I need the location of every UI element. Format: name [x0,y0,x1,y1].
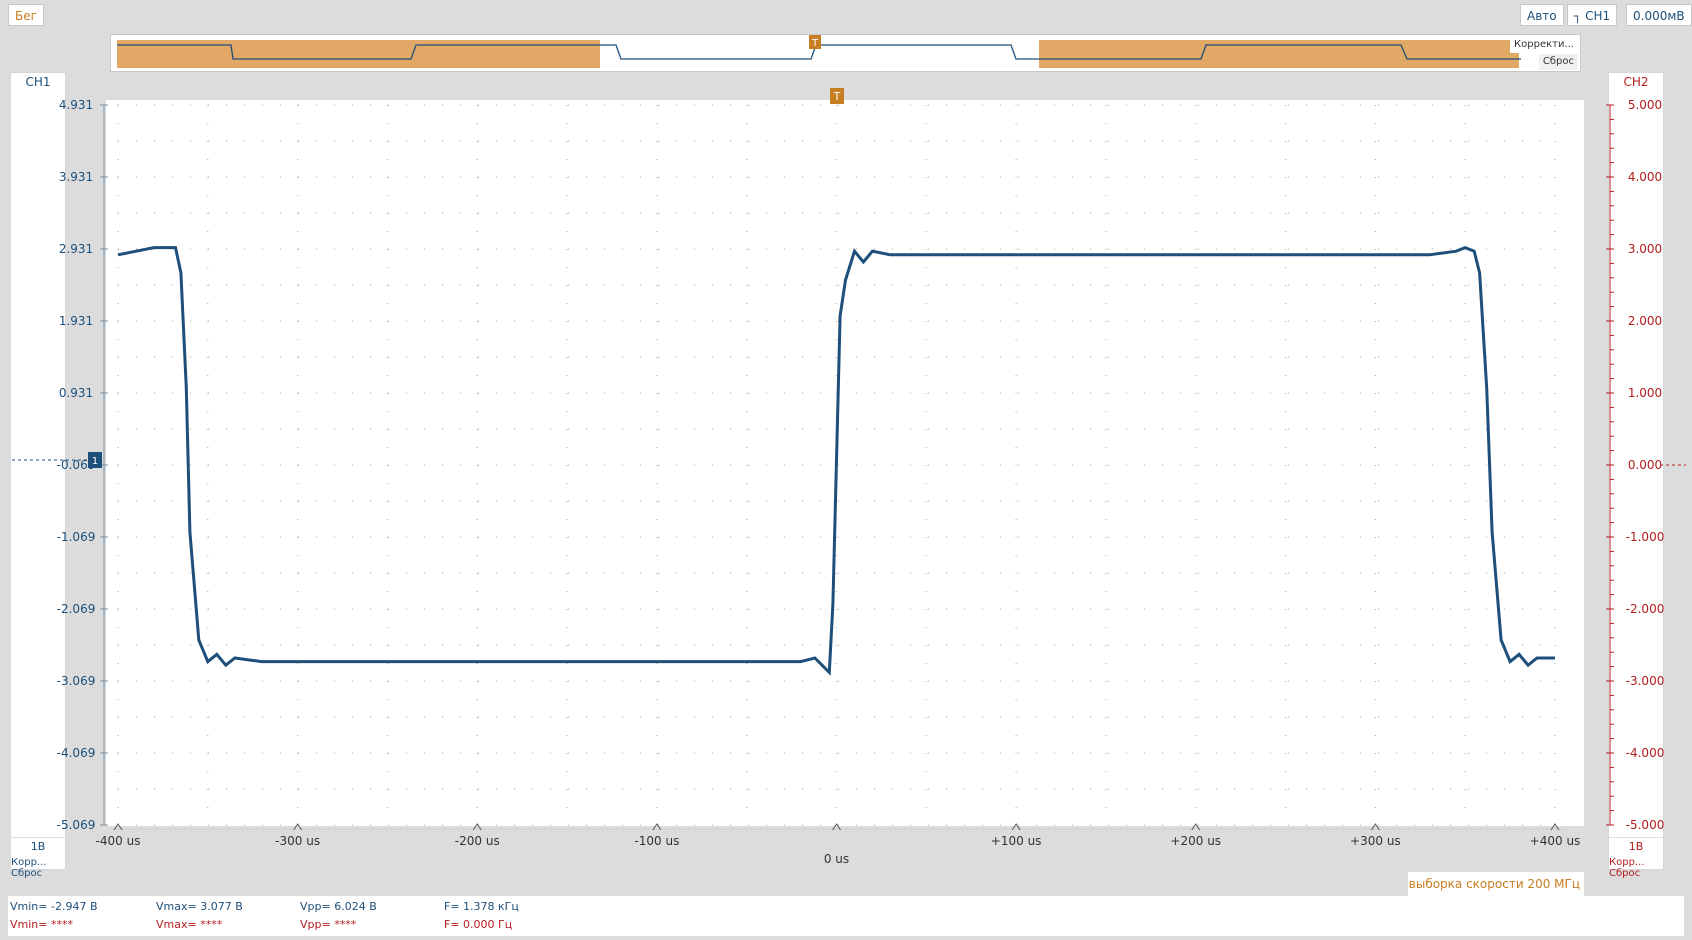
ch2-vpp: Vpp= **** [300,918,357,931]
ch1-tick-label: 4.931 [59,98,93,112]
ch1-vmin: Vmin= -2.947 В [10,900,98,913]
time-tick-label: +300 us [1350,834,1401,848]
trigger-marker-label: T [833,90,841,103]
time-axis: -400 us -300 us -200 us -100 us 0 us +100 us +… [96,823,1581,866]
ch2-freq: F= 0.000 Гц [444,918,513,931]
ch2-tick-label: 1.000 [1628,386,1662,400]
ch2-tick-label: -1.000 [1626,530,1665,544]
time-tick-label: -400 us [96,834,141,848]
ch1-tick-label: -3.069 [57,674,96,688]
ch2-tick-label: 4.000 [1628,170,1662,184]
time-tick-label: +200 us [1170,834,1221,848]
ch1-tick-label: 3.931 [59,170,93,184]
time-tick-label: -300 us [275,834,320,848]
ch2-tick-label: 0.000 [1628,458,1662,472]
ch1-freq: F= 1.378 кГц [444,900,519,913]
ch1-tick-label: 2.931 [59,242,93,256]
ch2-vmax: Vmax= **** [156,918,223,931]
time-tick-label: +400 us [1530,834,1581,848]
trigger-marker[interactable]: T [830,88,844,104]
ch1-ground-icon: 1 [92,456,98,467]
ch2-tick-label: 3.000 [1628,242,1662,256]
oscilloscope-plot[interactable]: 4.9313.9312.9311.9310.931-0.069-1.069-2.… [0,0,1692,870]
ch1-vpp: Vpp= 6.024 В [300,900,377,913]
ch1-vmax: Vmax= 3.077 В [156,900,243,913]
ch2-tick-label: -4.000 [1626,746,1665,760]
ch2-tick-label: -3.000 [1626,674,1665,688]
measurements-panel: Vmin= -2.947 В Vmax= 3.077 В Vpp= 6.024 … [8,896,1684,936]
time-tick-label: 0 us [824,852,849,866]
ch1-tick-label: -1.069 [57,530,96,544]
ch2-axis: 5.000 4.000 3.000 2.000 1.000 0.000 -1.000 -2.0… [1606,98,1664,832]
ch2-vmin: Vmin= **** [10,918,73,931]
ch1-tick-label: -5.069 [57,818,96,832]
ch2-tick-label: 2.000 [1628,314,1662,328]
ch1-tick-label: -4.069 [57,746,96,760]
ch1-tick-label: -2.069 [57,602,96,616]
time-tick-label: +100 us [991,834,1042,848]
ch2-tick-label: -5.000 [1626,818,1665,832]
ch2-tick-label: -2.000 [1626,602,1665,616]
time-tick-label: -200 us [455,834,500,848]
ch1-tick-label: 1.931 [59,314,93,328]
ch2-tick-label: 5.000 [1628,98,1662,112]
plot-background [106,100,1584,826]
sample-rate-label: выборка скорости 200 МГц [1408,872,1584,896]
time-tick-label: -100 us [634,834,679,848]
ch1-tick-label: 0.931 [59,386,93,400]
